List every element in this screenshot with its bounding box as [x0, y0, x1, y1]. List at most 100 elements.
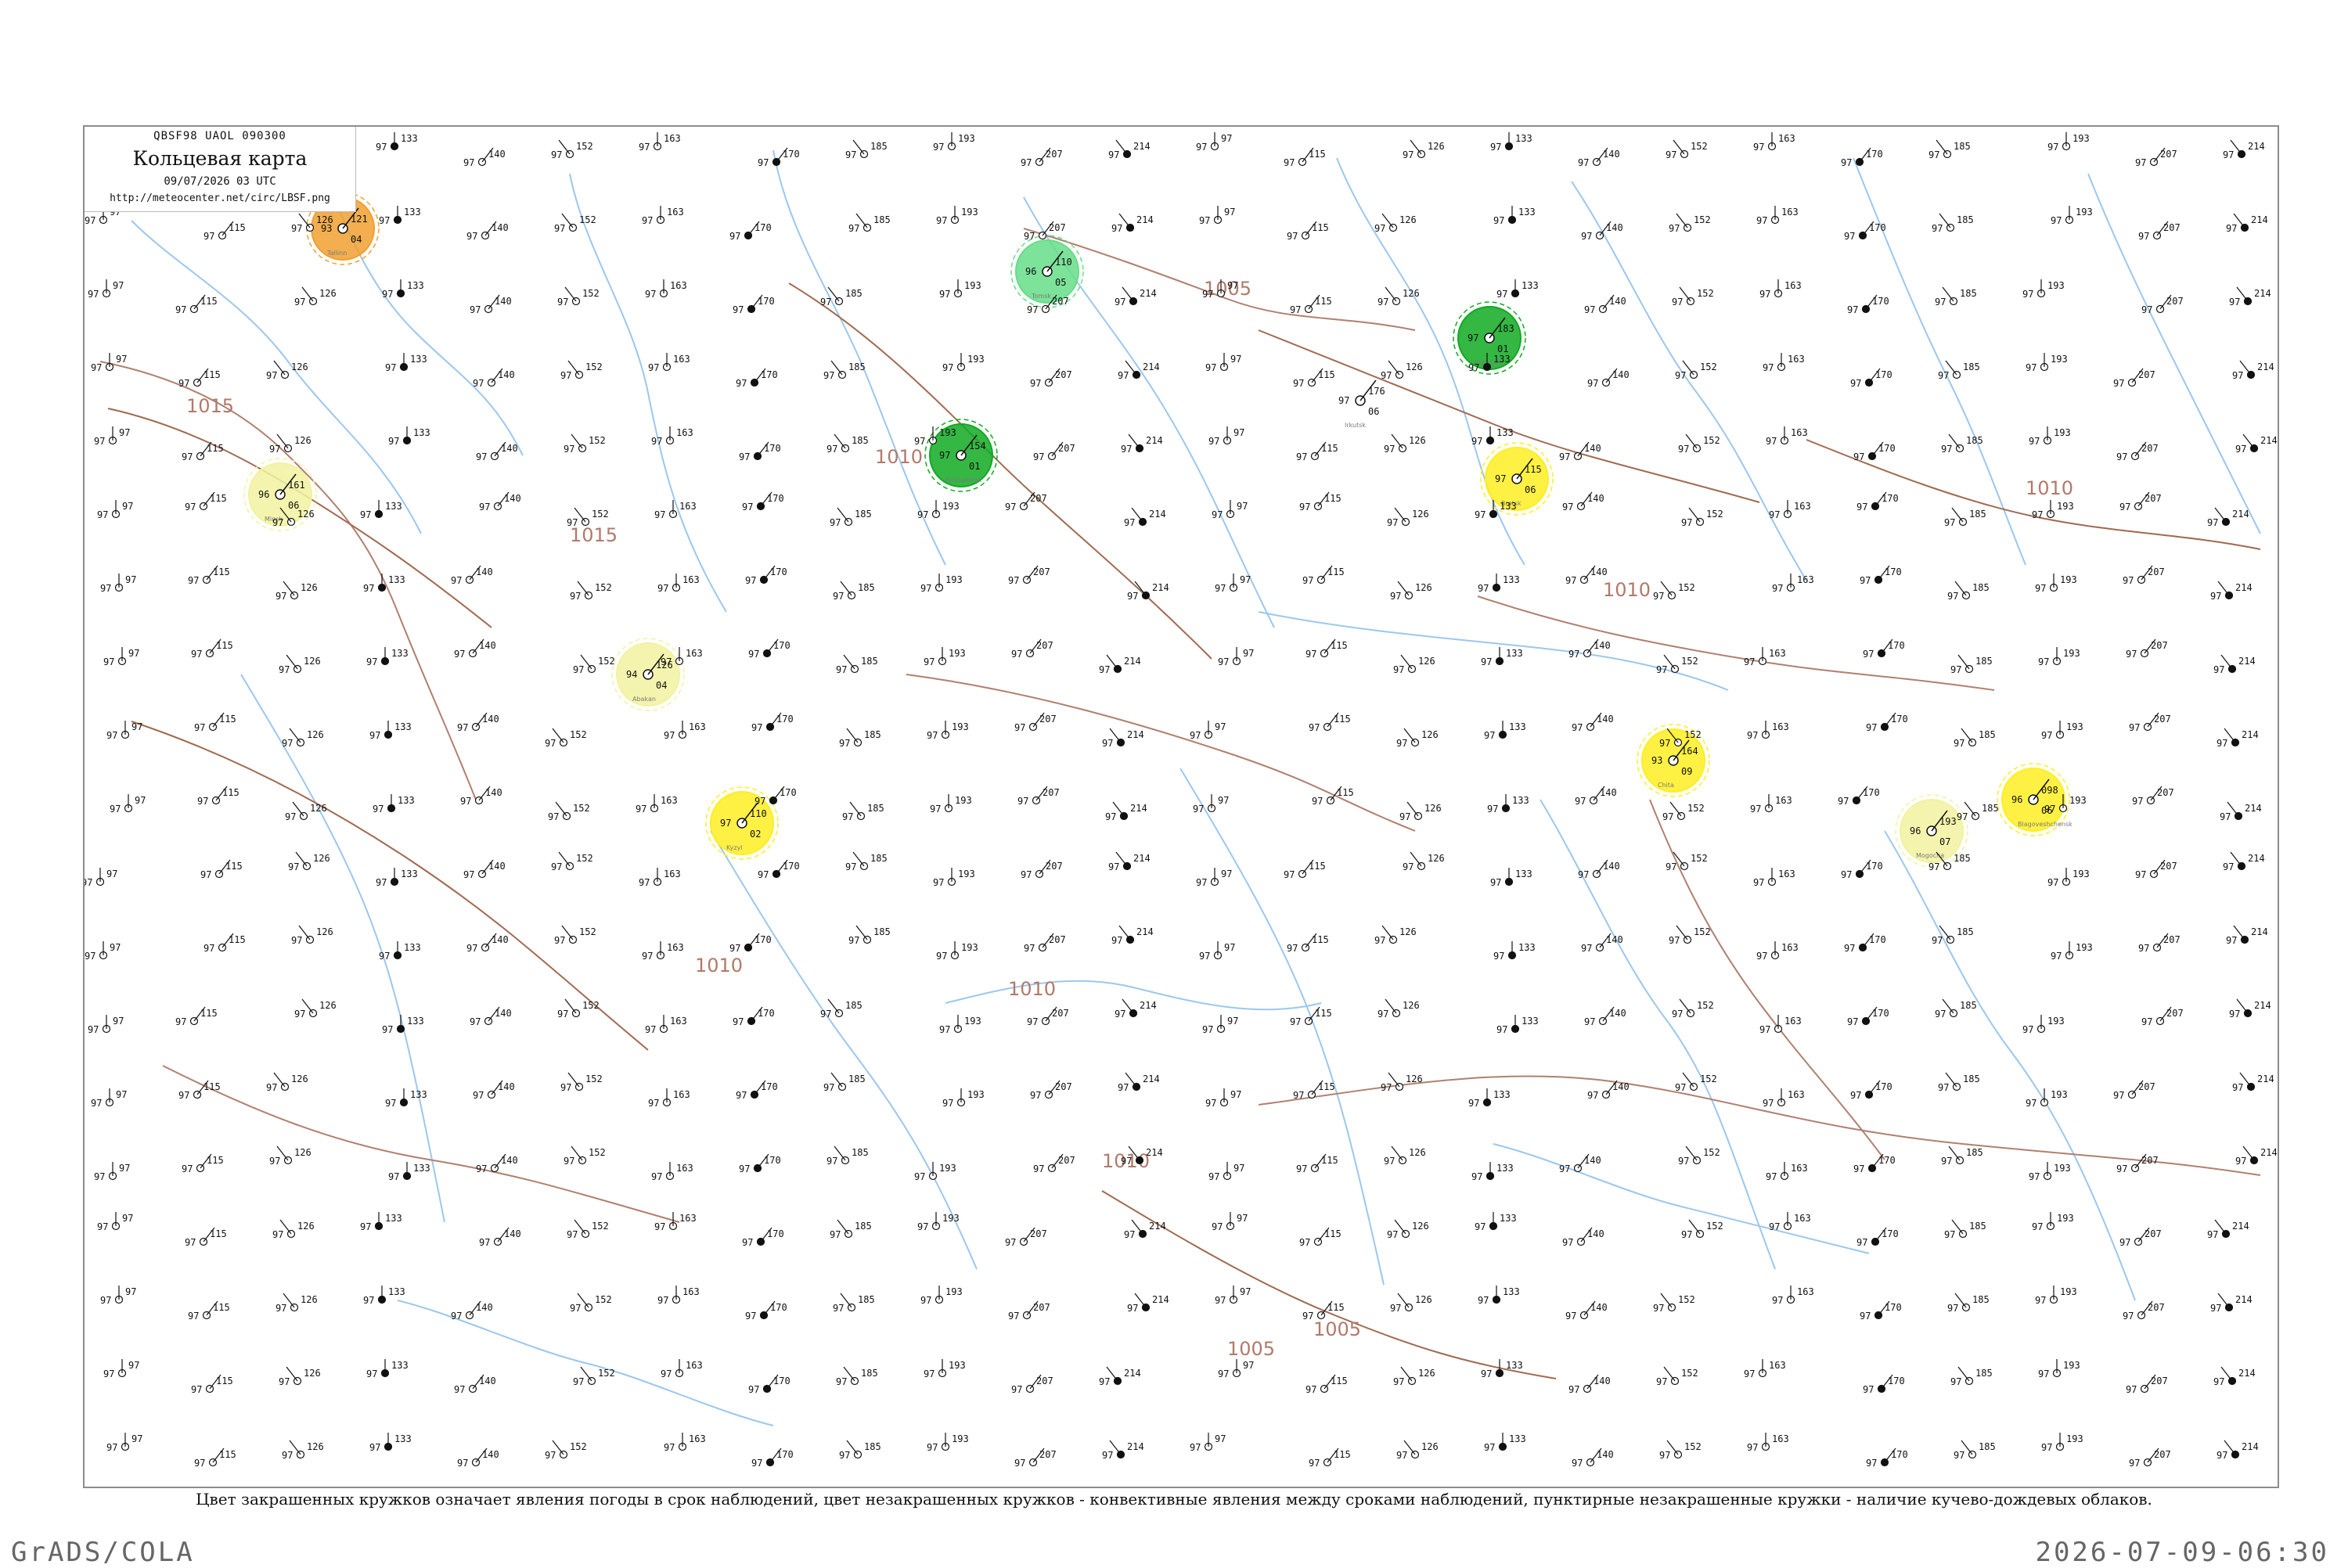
- pressure-value: 214: [2242, 1441, 2259, 1452]
- pressure-value: 207: [1046, 861, 1063, 872]
- pressure-value: 207: [1030, 1228, 1047, 1239]
- dewpoint-value: 97: [2119, 502, 2130, 512]
- dewpoint-value: 97: [1290, 304, 1301, 315]
- map-title: Кольцевая карта: [132, 147, 308, 170]
- dewpoint-value: 97: [661, 1368, 672, 1379]
- tendency-value: 05: [1055, 277, 1066, 288]
- pressure-value: 97: [1237, 1213, 1248, 1224]
- dewpoint-value: 97: [1493, 951, 1504, 962]
- pressure-value: 140: [479, 1376, 496, 1386]
- isobar-label: 1005: [1313, 1318, 1361, 1340]
- pressure-value: 97: [110, 942, 121, 953]
- dewpoint-value: 97: [369, 1442, 380, 1453]
- dewpoint-value: 97: [1490, 877, 1501, 888]
- dewpoint-value: 97: [2141, 1016, 2152, 1027]
- pressure-value: 185: [1963, 1074, 1980, 1084]
- dewpoint-value: 97: [1190, 1442, 1201, 1453]
- pressure-value: 152: [1706, 509, 1723, 520]
- source-url[interactable]: http://meteocenter.net/circ/LBSF.png: [85, 192, 355, 204]
- dewpoint-value: 97: [385, 1098, 396, 1109]
- pressure-value: 185: [1979, 1441, 1996, 1452]
- dewpoint-value: 97: [2217, 738, 2227, 749]
- pressure-value: 214: [2238, 1368, 2256, 1379]
- dewpoint-value: 97: [2022, 289, 2033, 300]
- dewpoint-value: 97: [639, 142, 650, 153]
- pressure-value: 163: [1769, 1360, 1786, 1371]
- dewpoint-value: 97: [917, 1221, 928, 1232]
- dewpoint-value: 97: [1403, 861, 1413, 872]
- pressure-value: 133: [1500, 501, 1517, 512]
- dewpoint-value: 97: [200, 869, 211, 880]
- dewpoint-value: 97: [103, 656, 114, 667]
- dewpoint-value: 97: [2113, 378, 2124, 389]
- dewpoint-value: 97: [1944, 517, 1955, 528]
- dewpoint-value: 97: [2032, 509, 2043, 520]
- dewpoint-value: 97: [2026, 362, 2036, 373]
- pressure-value: 214: [1136, 214, 1154, 225]
- pressure-value: 126: [310, 803, 327, 814]
- pressure-value: 163: [689, 1433, 706, 1444]
- border-line: [1477, 595, 1995, 691]
- dewpoint-value: 97: [1662, 811, 1673, 822]
- pressure-value: 163: [670, 280, 687, 291]
- dewpoint-value: 97: [720, 818, 731, 829]
- pressure-value: 133: [398, 795, 415, 806]
- dewpoint-value: 97: [560, 1082, 571, 1093]
- dewpoint-value: 97: [463, 869, 474, 880]
- dewpoint-value: 97: [1108, 861, 1119, 872]
- tendency-value: 04: [351, 234, 362, 245]
- pressure-value: 133: [401, 133, 418, 144]
- pressure-value: 163: [1794, 501, 1811, 512]
- dewpoint-value: 97: [1468, 333, 1478, 343]
- dewpoint-value: 97: [1111, 223, 1122, 234]
- pressure-value: 193: [2076, 942, 2093, 953]
- pressure-value: 133: [1509, 1433, 1526, 1444]
- dewpoint-value: 97: [1299, 1237, 1310, 1248]
- dewpoint-value: 97: [2232, 370, 2243, 381]
- dewpoint-value: 97: [2123, 1311, 2134, 1322]
- pressure-value: 193: [2066, 721, 2083, 732]
- pressure-value: 170: [776, 714, 794, 725]
- dewpoint-value: 97: [557, 297, 568, 307]
- dewpoint-value: 97: [1672, 1009, 1683, 1020]
- pressure-value: 185: [855, 509, 872, 520]
- dewpoint-value: 97: [654, 509, 665, 520]
- dewpoint-value: 97: [936, 951, 947, 962]
- pressure-value: 170: [780, 787, 797, 798]
- dewpoint-value: 97: [1866, 722, 1877, 733]
- dewpoint-value: 97: [1127, 591, 1138, 602]
- weather-map[interactable]: 1015101510101010101010051005100510101010…: [85, 127, 2278, 1487]
- pressure-value: 185: [861, 656, 878, 667]
- pressure-value: 126: [1399, 926, 1417, 937]
- dewpoint-value: 97: [1753, 142, 1764, 153]
- dewpoint-value: 97: [1124, 517, 1135, 528]
- dewpoint-value: 97: [100, 583, 111, 594]
- dewpoint-value: 97: [2210, 591, 2221, 602]
- pressure-value: 193: [955, 795, 972, 806]
- station-name: Blagoveshchensk: [2018, 821, 2073, 828]
- dewpoint-value: 97: [106, 730, 117, 741]
- pressure-value: 152: [589, 435, 606, 446]
- dewpoint-value: 97: [939, 289, 950, 300]
- dewpoint-value: 97: [1396, 1450, 1407, 1461]
- dewpoint-value: 97: [2126, 1384, 2137, 1395]
- pressure-value: 115: [1324, 493, 1341, 504]
- pressure-value: 126: [1412, 1221, 1429, 1232]
- dewpoint-value: 97: [376, 142, 387, 153]
- dewpoint-value: 97: [1678, 444, 1689, 455]
- dewpoint-value: 97: [1866, 1458, 1877, 1469]
- dewpoint-value: 97: [1377, 1009, 1388, 1020]
- dewpoint-value: 97: [1017, 796, 1028, 807]
- pressure-value: 97: [1215, 1433, 1226, 1444]
- dewpoint-value: 97: [742, 502, 753, 512]
- pressure-value: 140: [476, 1302, 493, 1313]
- pressure-value: 126: [1399, 214, 1417, 225]
- dewpoint-value: 97: [1471, 436, 1482, 447]
- dewpoint-value: 97: [2116, 1163, 2127, 1174]
- dewpoint-value: 97: [1396, 738, 1407, 749]
- dewpoint-value: 97: [203, 231, 214, 242]
- map-date: 09/07/2026 03 UTC: [164, 175, 276, 188]
- river-line: [710, 830, 978, 1270]
- dewpoint-value: 97: [573, 664, 584, 675]
- pressure-value: 214: [2251, 926, 2268, 937]
